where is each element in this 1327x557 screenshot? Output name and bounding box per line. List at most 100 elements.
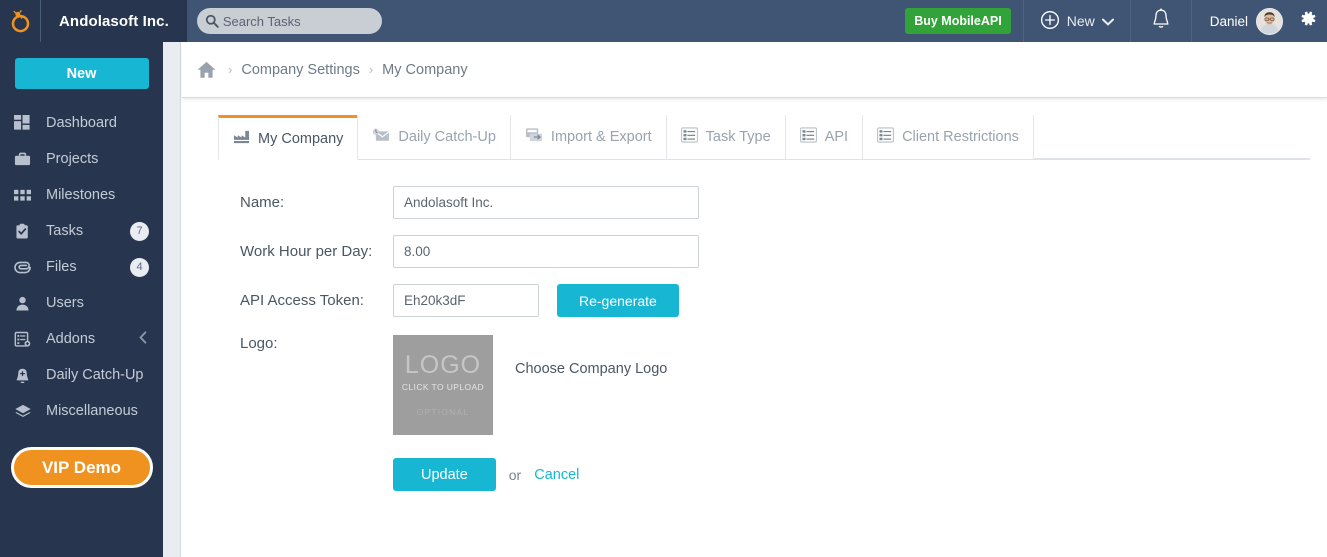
form-row-api-token: API Access Token: Re-generate xyxy=(218,284,1327,317)
tab-label: Import & Export xyxy=(550,129,652,145)
briefcase-icon xyxy=(14,151,36,168)
breadcrumb-item-my-company[interactable]: My Company xyxy=(382,62,467,78)
sidebar-item-label: Files xyxy=(46,259,77,275)
settings-panel: My Company Daily Catch-Up Import & Expor… xyxy=(182,115,1327,491)
tasks-badge: 7 xyxy=(130,221,149,241)
chevron-left-icon[interactable] xyxy=(139,331,147,347)
orangescrum-logo-icon xyxy=(11,9,29,32)
sidebar-item-label: Dashboard xyxy=(46,115,117,131)
new-dropdown-button[interactable]: New xyxy=(1024,0,1130,42)
api-token-input[interactable] xyxy=(393,284,539,317)
sidebar-item-tasks[interactable]: Tasks 7 xyxy=(0,213,163,249)
sidebar-item-label: Milestones xyxy=(46,187,116,203)
tab-task-type[interactable]: Task Type xyxy=(665,115,786,159)
envelope-clock-icon xyxy=(372,128,390,147)
paperclip-icon xyxy=(14,259,36,276)
work-hour-label: Work Hour per Day: xyxy=(240,243,373,260)
home-icon[interactable] xyxy=(196,60,217,80)
sidebar-item-users[interactable]: Users xyxy=(0,285,163,321)
breadcrumb-separator: › xyxy=(368,62,374,77)
api-token-label: API Access Token: xyxy=(240,292,364,309)
csv-export-icon xyxy=(525,127,543,147)
company-settings-form: Name: Work Hour per Day: API Access Toke… xyxy=(218,160,1327,491)
tab-my-company[interactable]: My Company xyxy=(218,115,359,160)
tab-api[interactable]: API xyxy=(784,115,864,159)
cancel-link[interactable]: Cancel xyxy=(534,467,579,483)
bell-plus-icon xyxy=(14,367,36,384)
logo-placeholder-sub: CLICK TO UPLOAD xyxy=(401,382,485,392)
logo-upload-box[interactable]: LOGO CLICK TO UPLOAD OPTIONAL xyxy=(393,335,493,435)
notifications-button[interactable] xyxy=(1131,0,1191,42)
new-dropdown-label: New xyxy=(1066,13,1095,29)
addons-icon xyxy=(14,331,36,348)
settings-tabs: My Company Daily Catch-Up Import & Expor… xyxy=(218,115,1310,160)
app-root: Andolasoft Inc. Buy MobileAPI xyxy=(0,0,1327,557)
form-actions: Update or Cancel xyxy=(218,458,1327,491)
buy-mobileapi-button[interactable]: Buy MobileAPI xyxy=(905,8,1011,34)
person-icon xyxy=(14,295,36,312)
logo-placeholder-optional: OPTIONAL xyxy=(416,407,470,417)
top-header-bar: Andolasoft Inc. Buy MobileAPI xyxy=(0,0,1327,42)
choose-company-logo-link[interactable]: Choose Company Logo xyxy=(515,361,667,377)
sidebar-item-label: Users xyxy=(46,295,84,311)
files-badge: 4 xyxy=(130,257,149,277)
sidebar-item-label: Miscellaneous xyxy=(46,403,138,419)
sidebar-content-gutter xyxy=(163,42,181,557)
search-input[interactable] xyxy=(222,13,373,29)
app-logo[interactable] xyxy=(0,0,41,42)
update-button[interactable]: Update xyxy=(393,458,496,491)
settings-button[interactable] xyxy=(1293,0,1327,42)
layers-icon xyxy=(14,403,36,420)
form-row-work-hour: Work Hour per Day: xyxy=(218,235,1327,268)
sidebar-item-files[interactable]: Files 4 xyxy=(0,249,163,285)
sidebar-item-daily-catch-up[interactable]: Daily Catch-Up xyxy=(0,357,163,393)
sidebar-new-button[interactable]: New xyxy=(14,58,149,89)
tab-label: API xyxy=(824,129,849,145)
notification-bell-icon xyxy=(1151,7,1171,35)
search-container xyxy=(196,8,382,34)
sidebar-item-label: Addons xyxy=(46,331,96,347)
breadcrumb: › Company Settings › My Company xyxy=(182,42,1327,98)
breadcrumb-separator: › xyxy=(228,62,233,77)
sidebar-item-dashboard[interactable]: Dashboard xyxy=(0,105,163,141)
tab-label: Task Type xyxy=(705,129,771,145)
logo-label: Logo: xyxy=(240,335,278,352)
tab-import-export[interactable]: Import & Export xyxy=(509,115,667,159)
header-right-cluster: Buy MobileAPI New Daniel xyxy=(905,0,1327,42)
user-name-label: Daniel xyxy=(1209,13,1248,29)
sidebar-item-miscellaneous[interactable]: Miscellaneous xyxy=(0,393,163,429)
form-row-name: Name: xyxy=(218,186,1327,219)
sidebar-item-milestones[interactable]: Milestones xyxy=(0,177,163,213)
factory-icon xyxy=(233,129,250,148)
settings-gear-icon xyxy=(1297,8,1318,34)
tab-label: My Company xyxy=(258,130,344,147)
name-input[interactable] xyxy=(393,186,699,219)
chevron-down-icon xyxy=(1101,13,1114,29)
tab-daily-catch-up[interactable]: Daily Catch-Up xyxy=(357,115,511,159)
clipboard-check-icon xyxy=(14,223,36,240)
sidebar-item-projects[interactable]: Projects xyxy=(0,141,163,177)
sidebar: New Dashboard Projects Milestones Tasks … xyxy=(0,42,163,557)
list-settings-icon xyxy=(877,127,894,147)
list-settings-icon xyxy=(799,127,817,147)
sidebar-nav: Dashboard Projects Milestones Tasks 7 Fi… xyxy=(0,105,163,429)
user-menu[interactable]: Daniel xyxy=(1192,0,1293,42)
breadcrumb-item-company-settings[interactable]: Company Settings xyxy=(241,62,359,78)
form-row-logo: Logo: LOGO CLICK TO UPLOAD OPTIONAL Choo… xyxy=(218,335,1327,435)
search-icon xyxy=(205,14,219,28)
tab-client-restrictions[interactable]: Client Restrictions xyxy=(862,115,1034,159)
grid-icon xyxy=(14,187,36,204)
avatar xyxy=(1256,7,1283,35)
tab-label: Daily Catch-Up xyxy=(398,129,496,145)
regenerate-button[interactable]: Re-generate xyxy=(557,284,679,317)
sidebar-item-label: Projects xyxy=(46,151,99,167)
plus-circle-icon xyxy=(1040,10,1060,33)
vip-demo-button[interactable]: VIP Demo xyxy=(10,447,153,488)
brand-name[interactable]: Andolasoft Inc. xyxy=(41,0,187,42)
sidebar-item-addons[interactable]: Addons xyxy=(0,321,163,357)
sidebar-item-label: Tasks xyxy=(46,223,84,239)
search-box[interactable] xyxy=(196,8,382,34)
list-settings-icon xyxy=(680,127,698,147)
tabs-filler xyxy=(1032,158,1310,159)
work-hour-input[interactable] xyxy=(393,235,699,268)
